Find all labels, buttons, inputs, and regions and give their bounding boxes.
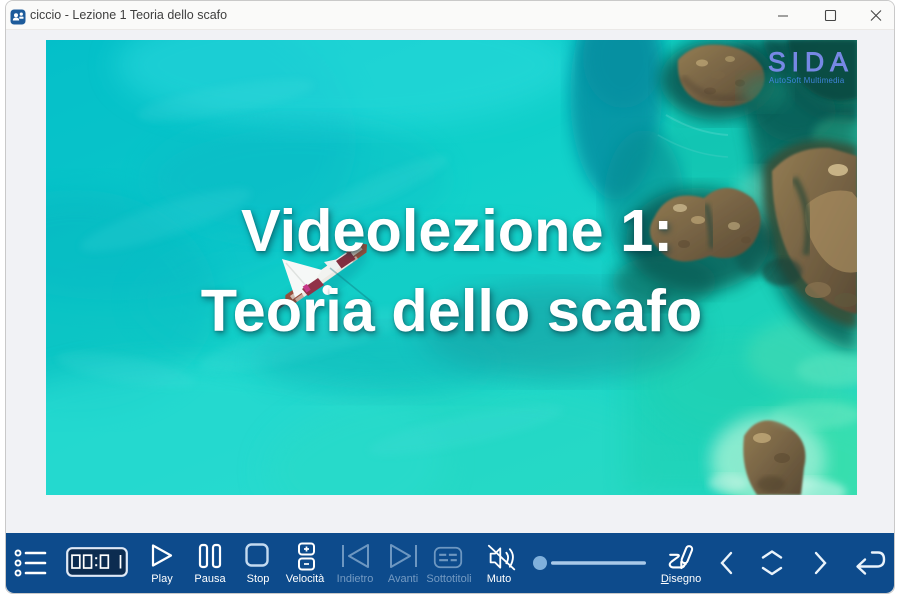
svg-text:AutoSoft Multimedia: AutoSoft Multimedia xyxy=(769,76,845,85)
svg-text:SIDA: SIDA xyxy=(768,47,854,77)
